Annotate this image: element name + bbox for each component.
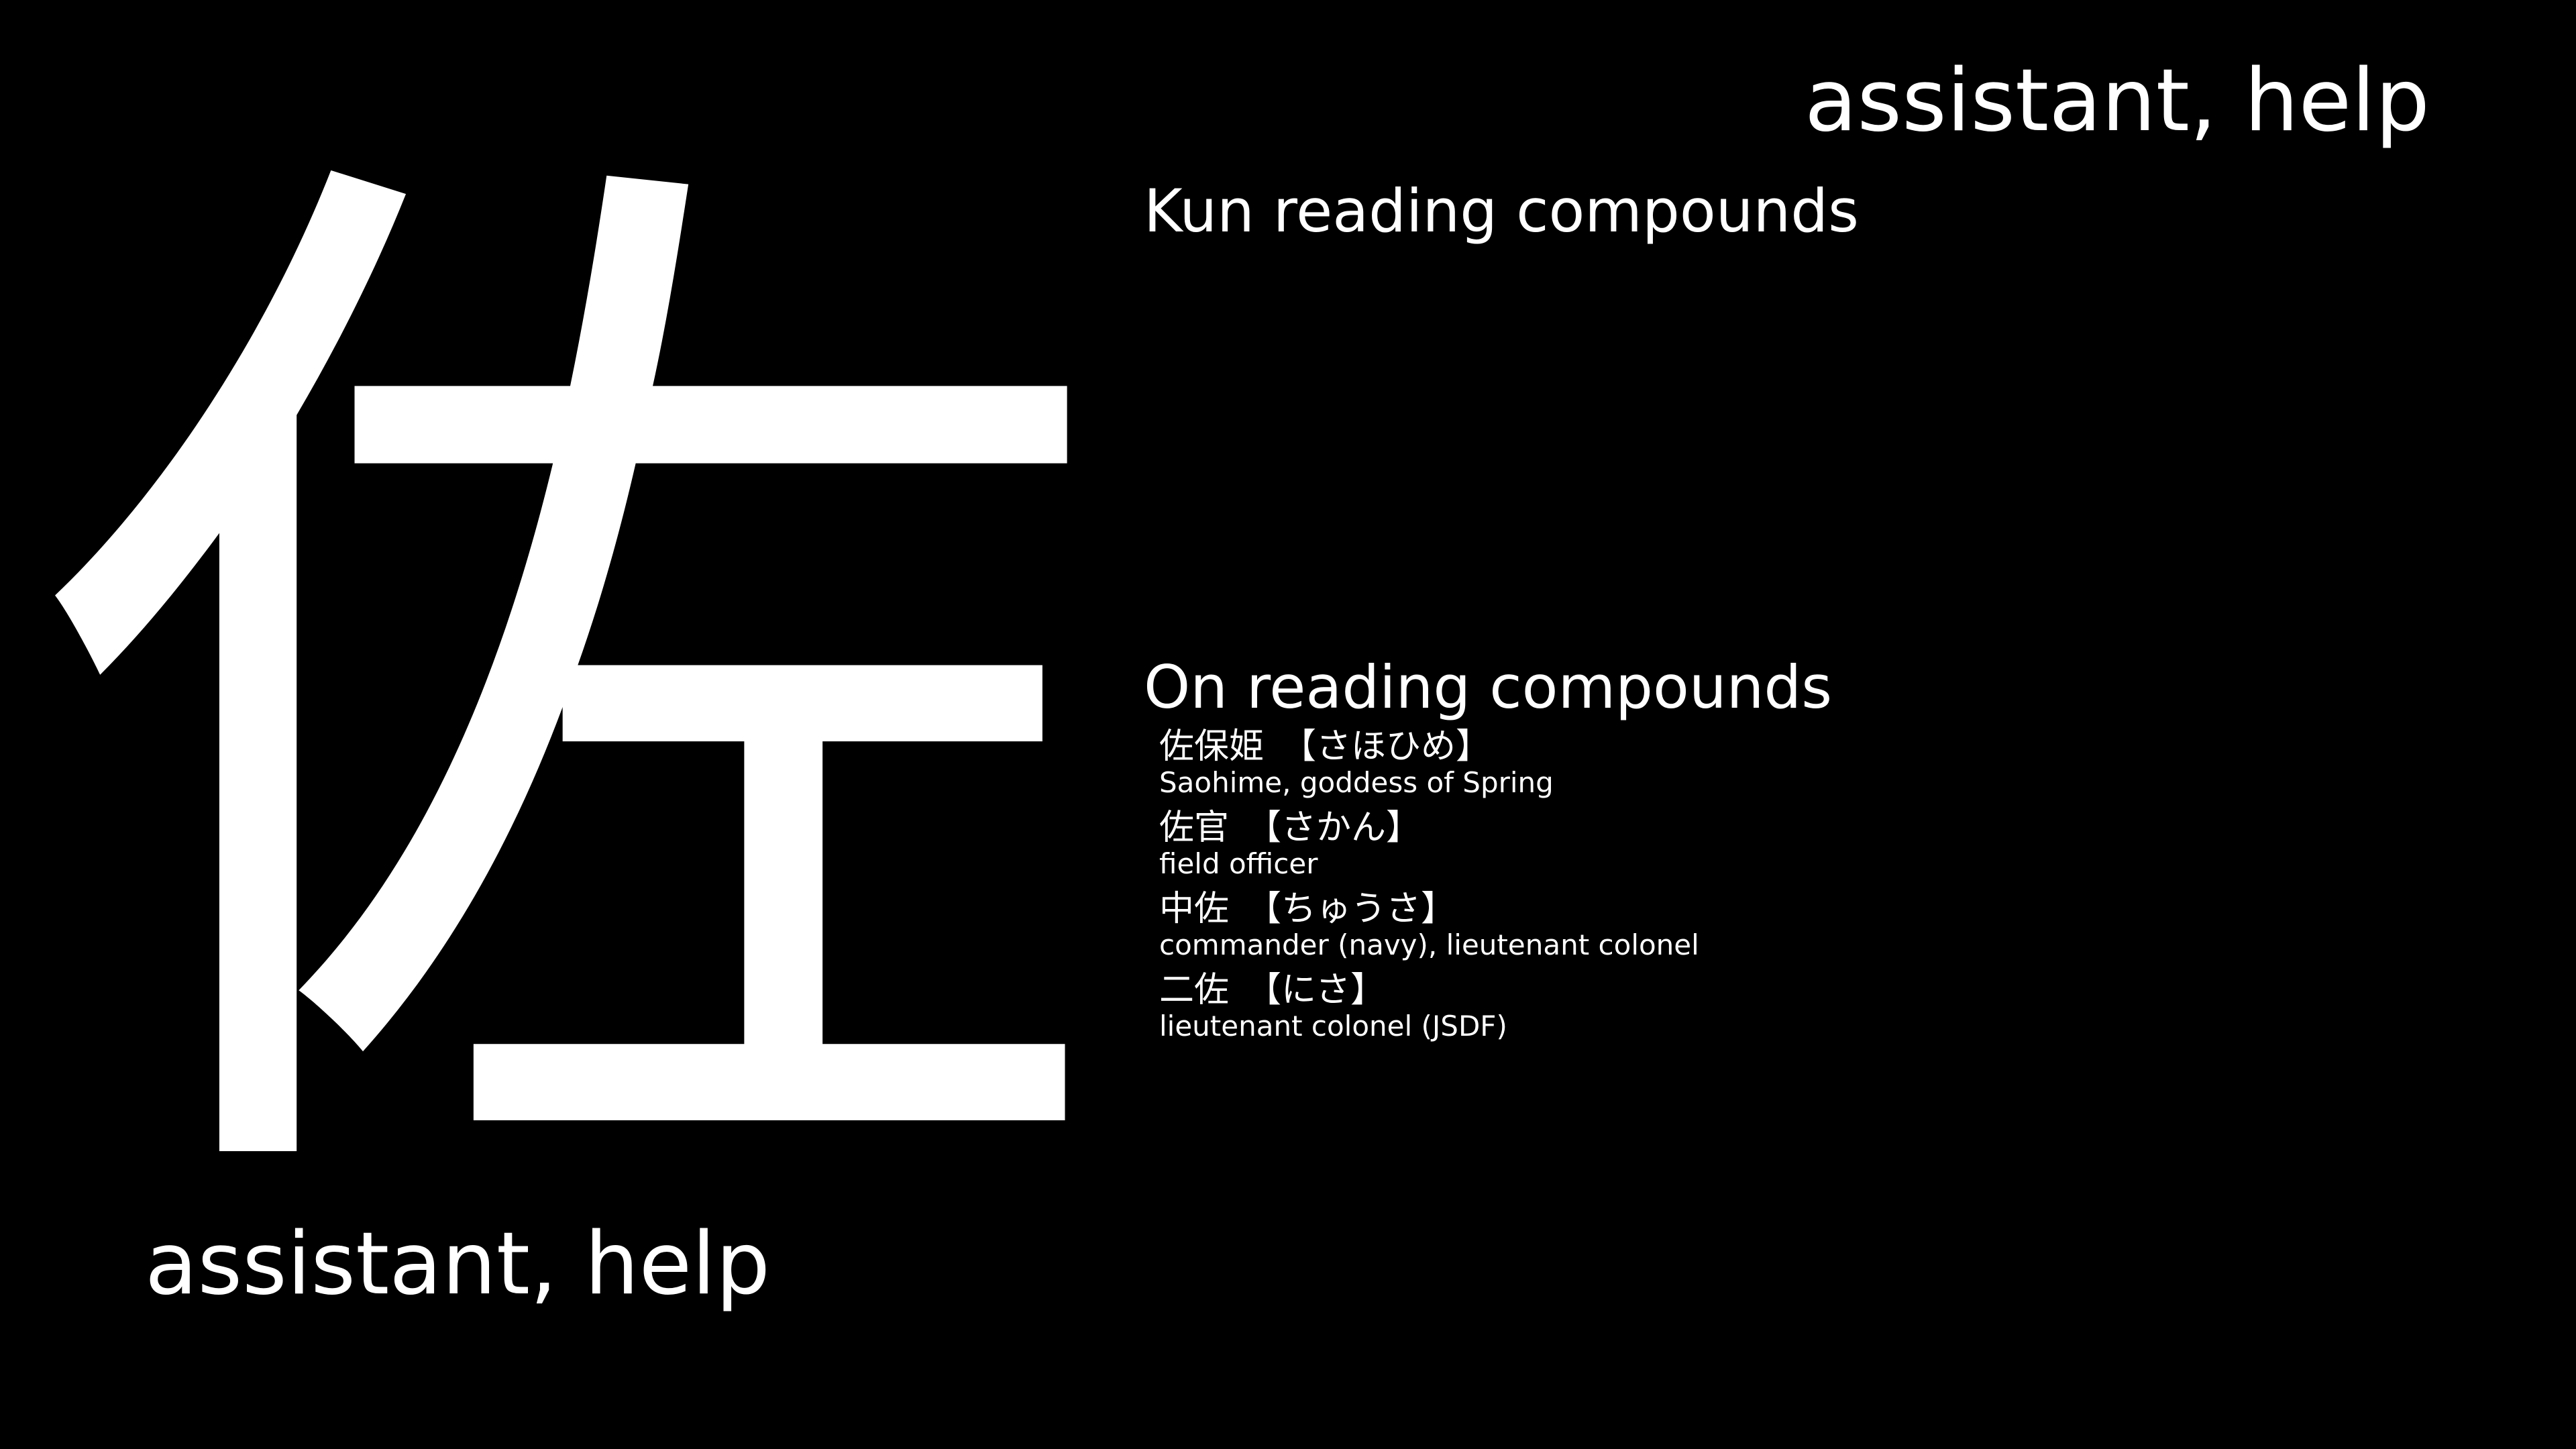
kun-reading-heading: Kun reading compounds bbox=[1144, 176, 1859, 246]
compound-reading: 【ちゅうさ】 bbox=[1246, 889, 1456, 929]
compound-gloss: commander (navy), lieutenant colonel bbox=[1159, 928, 1699, 961]
compound-gloss: lieutenant colonel (JSDF) bbox=[1159, 1010, 1507, 1042]
compound-gloss: field officer bbox=[1159, 847, 1318, 880]
compound-item: 二佐 【にさ】 lieutenant colonel (JSDF) bbox=[1159, 969, 1699, 1051]
compound-gloss: Saohime, goddess of Spring bbox=[1159, 766, 1554, 799]
compound-item: 佐保姫 【さほひめ】 Saohime, goddess of Spring bbox=[1159, 726, 1699, 807]
compound-word-line: 中佐 【ちゅうさ】 bbox=[1159, 888, 1699, 930]
compound-word: 中佐 bbox=[1159, 889, 1230, 929]
kanji-character: 佐 bbox=[34, 73, 1107, 1322]
compound-word: 佐官 bbox=[1159, 808, 1230, 848]
meaning-title-top: assistant, help bbox=[1804, 51, 2430, 151]
compound-item: 佐官 【さかん】 field officer bbox=[1159, 807, 1699, 888]
compound-reading: 【さかん】 bbox=[1246, 808, 1421, 848]
compound-word-line: 二佐 【にさ】 bbox=[1159, 969, 1699, 1011]
on-compound-list: 佐保姫 【さほひめ】 Saohime, goddess of Spring 佐官【… bbox=[1159, 726, 1699, 1051]
on-reading-heading: On reading compounds bbox=[1144, 653, 1833, 722]
compound-word: 佐保姫 bbox=[1159, 727, 1265, 767]
compound-word-line: 佐保姫 【さほひめ】 bbox=[1159, 726, 1699, 767]
compound-reading: 【さほひめ】 bbox=[1281, 727, 1491, 767]
compound-word-line: 佐官 【さかん】 bbox=[1159, 807, 1699, 849]
compound-word: 二佐 bbox=[1159, 970, 1230, 1010]
meaning-title-bottom: assistant, help bbox=[145, 1214, 771, 1314]
compound-item: 中佐 【ちゅうさ】 commander (navy), lieutenant co… bbox=[1159, 888, 1699, 969]
compound-reading: 【にさ】 bbox=[1246, 970, 1385, 1010]
